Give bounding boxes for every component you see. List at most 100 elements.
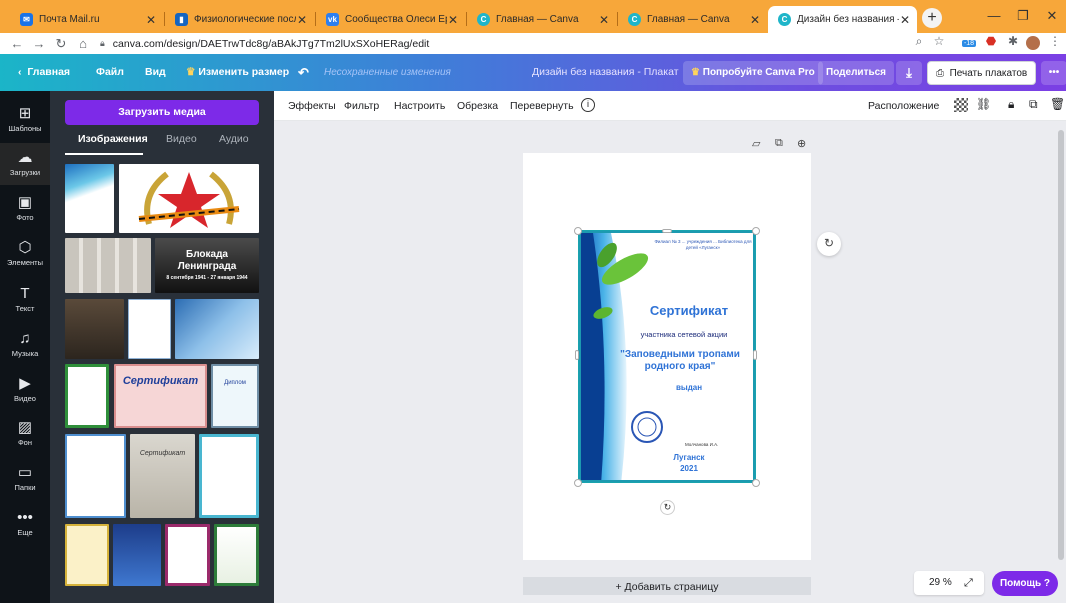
- uploaded-image[interactable]: Сертификат: [114, 364, 207, 428]
- window-close-icon[interactable]: ✕: [1042, 8, 1062, 24]
- uploaded-image[interactable]: [65, 434, 126, 518]
- tab-canva-design[interactable]: C Дизайн без названия — Пл ✕: [768, 6, 917, 33]
- lock-icon[interactable]: 🔒︎: [1008, 97, 1014, 112]
- close-icon[interactable]: ✕: [749, 13, 761, 27]
- forward-icon[interactable]: →: [28, 36, 50, 51]
- resize-menu[interactable]: ♛ Изменить размер: [186, 54, 289, 91]
- rail-item-upload-cloud[interactable]: ☁ Загрузки: [0, 143, 50, 185]
- resize-handle[interactable]: [575, 350, 579, 360]
- rail-item-video[interactable]: ▶ Видео: [0, 369, 50, 411]
- active-tab-indicator: [65, 153, 143, 155]
- rail-item-text[interactable]: T Текст: [0, 279, 50, 321]
- reload-icon[interactable]: ↻: [50, 36, 72, 52]
- home-icon[interactable]: ⌂: [72, 36, 94, 51]
- undo-icon[interactable]: ↶: [298, 54, 309, 91]
- flip-button[interactable]: Перевернуть: [510, 100, 574, 112]
- close-icon[interactable]: ✕: [145, 13, 157, 27]
- rail-item-photo[interactable]: ▣ Фото: [0, 188, 50, 230]
- maximize-icon[interactable]: ❐: [1013, 8, 1033, 24]
- rail-item-music[interactable]: ♫ Музыка: [0, 324, 50, 366]
- resize-handle[interactable]: [753, 350, 757, 360]
- resize-handle[interactable]: [574, 479, 582, 487]
- duplicate-page-icon[interactable]: ⧉: [775, 137, 783, 150]
- back-icon[interactable]: ←: [6, 36, 28, 51]
- uploaded-image[interactable]: [65, 364, 109, 428]
- rail-item-more[interactable]: ••• Еще: [0, 503, 50, 545]
- tab-vk-communities[interactable]: vk Сообщества Олеси Ершово ✕: [316, 6, 465, 33]
- rail-item-templates[interactable]: ⊞ Шаблоны: [0, 99, 50, 141]
- transparency-icon[interactable]: [954, 98, 968, 112]
- tab-physiology[interactable]: ▮ Физиологические последст ✕: [165, 6, 314, 33]
- info-icon[interactable]: i: [581, 98, 595, 112]
- help-button[interactable]: Помощь ?: [992, 571, 1058, 596]
- adblock-icon[interactable]: ⬣: [982, 34, 1000, 48]
- duplicate-icon[interactable]: ⧉: [1029, 97, 1038, 112]
- add-page-icon[interactable]: ⊕: [797, 137, 806, 150]
- uploaded-image[interactable]: Блокада Ленинграда 8 сентября 1941 - 27 …: [155, 238, 259, 293]
- page-notes-icon[interactable]: ▱: [752, 137, 760, 150]
- uploaded-image[interactable]: [119, 164, 259, 233]
- home-link[interactable]: ‹ Главная: [18, 54, 70, 91]
- more-button[interactable]: •••: [1041, 61, 1066, 85]
- add-page-button[interactable]: + Добавить страницу: [523, 577, 811, 595]
- resize-handle[interactable]: [662, 229, 672, 233]
- position-button[interactable]: Расположение: [868, 100, 939, 112]
- url-field[interactable]: 🔒︎ canva.com/design/DAETrwTdc8g/aBAkJTg7…: [100, 35, 900, 52]
- close-icon[interactable]: ✕: [598, 13, 610, 27]
- close-icon[interactable]: ✕: [447, 13, 459, 27]
- resize-handle[interactable]: [752, 479, 760, 487]
- adjust-button[interactable]: Настроить: [394, 100, 445, 112]
- fullscreen-icon[interactable]: ⤢: [964, 571, 973, 595]
- try-pro-button[interactable]: ♛ Попробуйте Canva Pro: [683, 61, 823, 85]
- uploaded-image[interactable]: [65, 238, 151, 293]
- minimize-icon[interactable]: —: [984, 8, 1004, 23]
- view-menu[interactable]: Вид: [145, 54, 166, 91]
- uploaded-image[interactable]: [165, 524, 210, 586]
- tab-video[interactable]: Видео: [166, 133, 197, 145]
- rail-item-background[interactable]: ▨ Фон: [0, 413, 50, 455]
- resize-handle[interactable]: [752, 227, 760, 235]
- resize-handle[interactable]: [574, 227, 582, 235]
- link-icon[interactable]: ⛓: [976, 97, 991, 111]
- extensions-puzzle-icon[interactable]: ✱: [1004, 34, 1022, 48]
- rail-item-folder[interactable]: ▭ Папки: [0, 458, 50, 500]
- uploaded-image[interactable]: [65, 524, 109, 586]
- tab-mail[interactable]: ✉ Почта Mail.ru ✕: [10, 6, 163, 33]
- crop-button[interactable]: Обрезка: [457, 100, 498, 112]
- vertical-scrollbar[interactable]: [1058, 130, 1064, 560]
- uploaded-image[interactable]: [214, 524, 259, 586]
- bookmark-star-icon[interactable]: ☆: [930, 34, 948, 48]
- uploaded-image[interactable]: Сертификат: [130, 434, 195, 518]
- uploaded-image[interactable]: [199, 434, 259, 518]
- filter-button[interactable]: Фильтр: [344, 100, 379, 112]
- uploaded-image[interactable]: Диплом: [211, 364, 259, 428]
- tab-canva-home-2[interactable]: C Главная — Canva ✕: [618, 6, 767, 33]
- download-icon[interactable]: ⤓: [896, 61, 922, 85]
- extension-badge[interactable]: -18: [958, 34, 980, 48]
- share-button[interactable]: Поделиться: [818, 61, 895, 85]
- uploaded-image[interactable]: [65, 164, 114, 233]
- search-icon[interactable]: ⌕: [910, 34, 928, 49]
- profile-avatar[interactable]: [1024, 34, 1042, 53]
- new-tab-button[interactable]: +: [922, 8, 942, 28]
- browser-menu-icon[interactable]: ⋮: [1046, 34, 1064, 48]
- zoom-control[interactable]: 29 % ⤢: [914, 571, 984, 595]
- upload-media-button[interactable]: Загрузить медиа: [65, 100, 259, 125]
- rotate-handle-icon[interactable]: ↻: [660, 500, 675, 515]
- rail-item-elements[interactable]: ⬡ Элементы: [0, 233, 50, 275]
- effects-button[interactable]: Эффекты: [288, 100, 336, 112]
- document-title[interactable]: Дизайн без названия - Плакат: [532, 54, 679, 91]
- tab-canva-home-1[interactable]: C Главная — Canva ✕: [467, 6, 616, 33]
- uploaded-image[interactable]: [128, 299, 171, 359]
- file-menu[interactable]: Файл: [96, 54, 124, 91]
- close-icon[interactable]: ✕: [899, 13, 911, 27]
- uploaded-image[interactable]: [65, 299, 124, 359]
- trash-icon[interactable]: 🗑︎: [1050, 97, 1065, 111]
- tab-audio[interactable]: Аудио: [219, 133, 249, 145]
- close-icon[interactable]: ✕: [296, 13, 308, 27]
- uploaded-image[interactable]: [175, 299, 259, 359]
- tab-images[interactable]: Изображения: [78, 133, 148, 145]
- refresh-icon[interactable]: ↻: [817, 232, 841, 256]
- print-posters-button[interactable]: ⎙ Печать плакатов: [927, 61, 1037, 85]
- uploaded-image[interactable]: [113, 524, 161, 586]
